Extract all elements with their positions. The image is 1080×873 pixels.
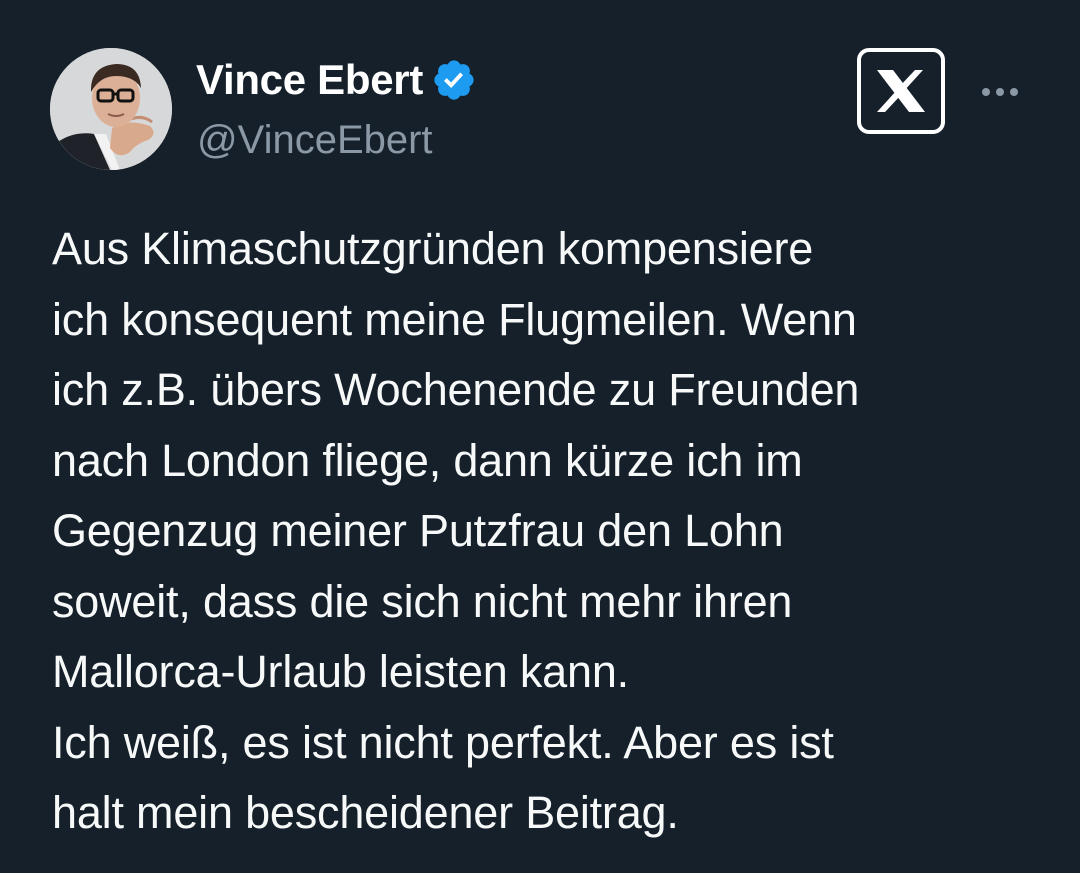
author-handle[interactable]: @VinceEbert xyxy=(197,114,433,166)
verified-badge-icon xyxy=(431,57,477,103)
tweet-text-line: Ich weiß, es ist nicht perfekt. Aber es … xyxy=(52,716,834,768)
tweet-text-line: Mallorca-Urlaub leisten kann. xyxy=(52,646,629,697)
more-dot xyxy=(1010,88,1018,96)
tweet-text-line: halt mein bescheidener Beitrag. xyxy=(52,787,679,838)
tweet-text-line: ich z.B. übers Wochenende zu Freunden xyxy=(52,364,860,415)
x-logo-icon[interactable] xyxy=(857,48,945,134)
profile-photo-icon xyxy=(50,48,172,170)
tweet-text: Aus Klimaschutzgründen kompensiere ich k… xyxy=(52,214,1052,849)
tweet-text-line: Gegenzug meiner Putzfrau den Lohn xyxy=(52,505,784,556)
more-dot xyxy=(982,88,990,96)
avatar[interactable] xyxy=(50,48,172,170)
tweet-text-line: Aus Klimaschutzgründen kompensiere xyxy=(52,223,814,274)
more-options-icon[interactable] xyxy=(972,72,1028,112)
author-name-row: Vince Ebert xyxy=(196,54,477,106)
more-dot xyxy=(996,88,1004,96)
tweet-text-line: soweit, dass die sich nicht mehr ihren xyxy=(52,575,793,627)
author-display-name[interactable]: Vince Ebert xyxy=(196,54,423,106)
tweet-text-line: ich konsequent meine Flugmeilen. Wenn xyxy=(52,293,857,345)
tweet-card: Vince Ebert @VinceEbert Aus Klimaschutzg… xyxy=(0,0,1080,873)
tweet-text-line: nach London fliege, dann kürze ich im xyxy=(52,434,803,486)
